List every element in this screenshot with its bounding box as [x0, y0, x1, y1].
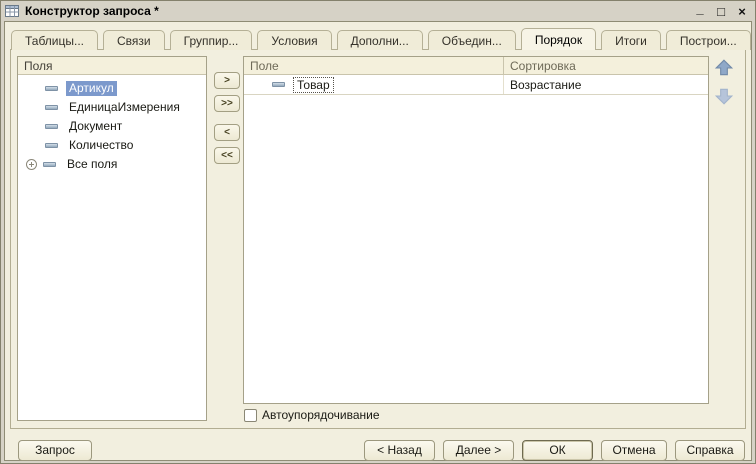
tab-additional[interactable]: Дополни...	[337, 30, 423, 50]
list-item-dokument[interactable]: Документ	[18, 117, 206, 136]
list-item-artikul[interactable]: Артикул	[18, 79, 206, 98]
arrow-down-icon	[716, 89, 732, 103]
tab-builder[interactable]: Построи...	[666, 30, 751, 50]
fields-tree: Артикул ЕдиницаИзмерения Документ Количе…	[18, 75, 206, 420]
tab-conditions[interactable]: Условия	[257, 30, 331, 50]
field-icon	[45, 86, 58, 91]
tab-unions[interactable]: Объедин...	[428, 30, 516, 50]
field-icon	[272, 82, 285, 87]
move-left-button[interactable]: <	[214, 124, 240, 141]
tab-grouping[interactable]: Группир...	[170, 30, 253, 50]
auto-order-row: Автоупорядочивание	[244, 408, 380, 422]
column-header-field: Поле	[244, 57, 504, 74]
auto-order-checkbox[interactable]	[244, 409, 257, 422]
list-item-vse-polya[interactable]: Все поля	[18, 155, 206, 174]
order-sort-cell[interactable]: Возрастание	[504, 78, 708, 92]
fields-panel-header: Поля	[18, 57, 206, 75]
move-down-button[interactable]	[714, 86, 734, 106]
arrow-up-icon	[716, 60, 732, 74]
move-left-all-button[interactable]: <<	[214, 147, 240, 164]
move-right-button[interactable]: >	[214, 72, 240, 89]
table-row[interactable]: Товар Возрастание	[244, 75, 708, 95]
auto-order-label[interactable]: Автоупорядочивание	[262, 408, 380, 422]
dialog-client-area: Таблицы... Связи Группир... Условия Допо…	[4, 21, 752, 461]
query-button[interactable]: Запрос	[18, 440, 92, 461]
expand-plus-icon[interactable]	[26, 159, 37, 170]
tab-tables[interactable]: Таблицы...	[11, 30, 98, 50]
move-right-all-button[interactable]: >>	[214, 95, 240, 112]
footer-right-group: < Назад Далее > ОК Отмена Справка	[364, 440, 745, 461]
list-item-kolichestvo[interactable]: Количество	[18, 136, 206, 155]
maximize-icon[interactable]: □	[714, 4, 728, 19]
close-icon[interactable]: ×	[735, 4, 749, 19]
footer-bar: Запрос < Назад Далее > ОК Отмена Справка	[18, 440, 745, 461]
move-up-button[interactable]	[714, 58, 734, 78]
tab-links[interactable]: Связи	[103, 30, 165, 50]
next-button[interactable]: Далее >	[443, 440, 514, 461]
tab-totals[interactable]: Итоги	[601, 30, 661, 50]
title-bar: Конструктор запроса * _ □ ×	[1, 1, 755, 21]
ok-button[interactable]: ОК	[522, 440, 593, 461]
field-icon	[45, 105, 58, 110]
order-field-cell[interactable]: Товар	[244, 75, 504, 94]
help-button[interactable]: Справка	[675, 440, 745, 461]
field-icon	[45, 124, 58, 129]
order-sort-value: Возрастание	[510, 78, 581, 92]
window-title: Конструктор запроса *	[25, 4, 159, 18]
field-icon	[45, 143, 58, 148]
query-designer-window: Конструктор запроса * _ □ × Таблицы... С…	[0, 0, 756, 464]
window-controls: _ □ ×	[693, 4, 749, 19]
tab-order[interactable]: Порядок	[521, 28, 596, 50]
fields-panel: Поля Артикул ЕдиницаИзмерения Документ	[17, 56, 207, 421]
order-table: Поле Сортировка Товар Возрастание	[243, 56, 709, 404]
back-button[interactable]: < Назад	[364, 440, 435, 461]
tab-bar: Таблицы... Связи Группир... Условия Допо…	[11, 28, 756, 50]
order-field-value: Товар	[293, 77, 334, 93]
list-item-edinica[interactable]: ЕдиницаИзмерения	[18, 98, 206, 117]
minimize-icon[interactable]: _	[693, 4, 707, 19]
order-table-header: Поле Сортировка	[244, 57, 708, 75]
query-designer-icon	[5, 4, 20, 18]
column-header-sort: Сортировка	[504, 57, 708, 74]
field-icon	[43, 162, 56, 167]
tab-page-order: Поля Артикул ЕдиницаИзмерения Документ	[10, 49, 746, 429]
cancel-button[interactable]: Отмена	[601, 440, 667, 461]
